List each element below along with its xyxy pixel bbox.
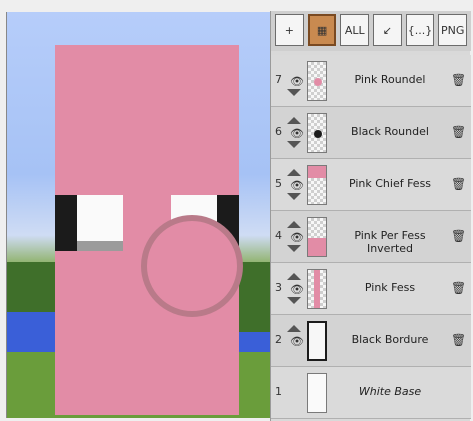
add-layer-button[interactable]: + xyxy=(275,14,304,46)
layer-number: 6 xyxy=(275,125,282,138)
layer-row-3[interactable]: 3 👁 Pink Fess 🗑 xyxy=(271,263,471,315)
banner-preview[interactable] xyxy=(55,45,243,415)
move-up-icon[interactable] xyxy=(287,169,301,176)
move-down-icon[interactable] xyxy=(287,193,301,200)
layer-row-6[interactable]: 6 👁 Black Roundel 🗑 xyxy=(271,107,471,159)
banner-export-icon: ↙ xyxy=(382,23,392,37)
layer-number: 7 xyxy=(275,73,282,86)
trash-icon[interactable]: 🗑 xyxy=(451,73,466,87)
layer-row-7[interactable]: 7 👁 Pink Roundel 🗑 xyxy=(271,55,471,107)
layer-row-4[interactable]: 4 👁 Pink Per Fess Inverted 🗑 xyxy=(271,211,471,263)
pink-per-fess-thumb xyxy=(308,238,326,256)
json-button[interactable]: {...} xyxy=(405,14,435,46)
world-preview xyxy=(6,12,270,418)
layer-row-2[interactable]: 2 👁 Black Bordure 🗑 xyxy=(271,315,471,367)
eye-left-shadow xyxy=(77,241,123,251)
visibility-icon[interactable]: 👁 xyxy=(290,335,304,348)
black-roundel-thumb xyxy=(314,130,322,138)
all-patterns-button[interactable]: ALL xyxy=(340,14,370,46)
trash-icon[interactable]: 🗑 xyxy=(451,177,466,191)
pink-chief-thumb xyxy=(308,166,326,178)
png-icon: PNG xyxy=(441,23,465,37)
export-banner-button[interactable]: ↙ xyxy=(373,14,402,46)
pink-fess-thumb xyxy=(314,270,320,308)
layer-name: Pink Fess xyxy=(364,281,416,294)
visibility-icon[interactable]: 👁 xyxy=(290,179,304,192)
visibility-icon[interactable]: 👁 xyxy=(290,127,304,140)
layer-list: 7 👁 Pink Roundel 🗑 6 👁 Black Roundel 🗑 5… xyxy=(271,55,471,419)
move-down-icon[interactable] xyxy=(287,297,301,304)
app-frame: + ▦ ALL ↙ {...} PNG 7 👁 Pink Roundel 🗑 6… xyxy=(0,0,473,421)
loom-button[interactable]: ▦ xyxy=(307,14,337,46)
visibility-icon[interactable]: 👁 xyxy=(290,231,304,244)
snout-roundel xyxy=(141,215,243,317)
trash-icon[interactable]: 🗑 xyxy=(451,229,466,243)
move-down-icon[interactable] xyxy=(287,245,301,252)
trash-icon[interactable]: 🗑 xyxy=(451,125,466,139)
eye-left-black xyxy=(55,195,77,251)
loom-icon: ▦ xyxy=(316,23,328,37)
layer-thumbnail xyxy=(307,61,327,101)
layer-name: Black Bordure xyxy=(351,333,429,346)
move-down-icon[interactable] xyxy=(287,141,301,148)
layer-name: White Base xyxy=(358,385,422,398)
layer-name: Pink Roundel xyxy=(354,73,426,86)
png-button[interactable]: PNG xyxy=(438,14,468,46)
json-icon: {...} xyxy=(407,23,433,37)
shield-all-icon: ALL xyxy=(344,23,365,37)
layer-number: 4 xyxy=(275,229,282,242)
layer-number: 5 xyxy=(275,177,282,190)
toolbar: + ▦ ALL ↙ {...} PNG xyxy=(271,11,471,51)
move-down-icon[interactable] xyxy=(287,89,301,96)
layer-thumbnail xyxy=(307,269,327,309)
move-up-icon[interactable] xyxy=(287,273,301,280)
layer-thumbnail xyxy=(307,373,327,413)
layer-thumbnail xyxy=(307,165,327,205)
layer-name: Pink Chief Fess xyxy=(348,177,432,190)
pink-roundel-thumb xyxy=(314,78,322,86)
layer-thumbnail xyxy=(307,113,327,153)
visibility-icon[interactable]: 👁 xyxy=(290,75,304,88)
layer-row-1[interactable]: 1 White Base xyxy=(271,367,471,419)
move-up-icon[interactable] xyxy=(287,325,301,332)
layer-thumbnail xyxy=(307,217,327,257)
layer-number: 2 xyxy=(275,333,282,346)
banner-add-icon: + xyxy=(284,23,294,37)
layer-number: 3 xyxy=(275,281,282,294)
layer-name: Black Roundel xyxy=(351,125,429,138)
layer-name: Pink Per Fess Inverted xyxy=(354,229,426,255)
trash-icon[interactable]: 🗑 xyxy=(451,333,466,347)
layer-panel: + ▦ ALL ↙ {...} PNG 7 👁 Pink Roundel 🗑 6… xyxy=(270,11,471,421)
trash-icon[interactable]: 🗑 xyxy=(451,281,466,295)
layer-row-5[interactable]: 5 👁 Pink Chief Fess 🗑 xyxy=(271,159,471,211)
move-up-icon[interactable] xyxy=(287,221,301,228)
visibility-icon[interactable]: 👁 xyxy=(290,283,304,296)
layer-thumbnail xyxy=(307,321,327,361)
move-up-icon[interactable] xyxy=(287,117,301,124)
layer-number: 1 xyxy=(275,385,282,398)
